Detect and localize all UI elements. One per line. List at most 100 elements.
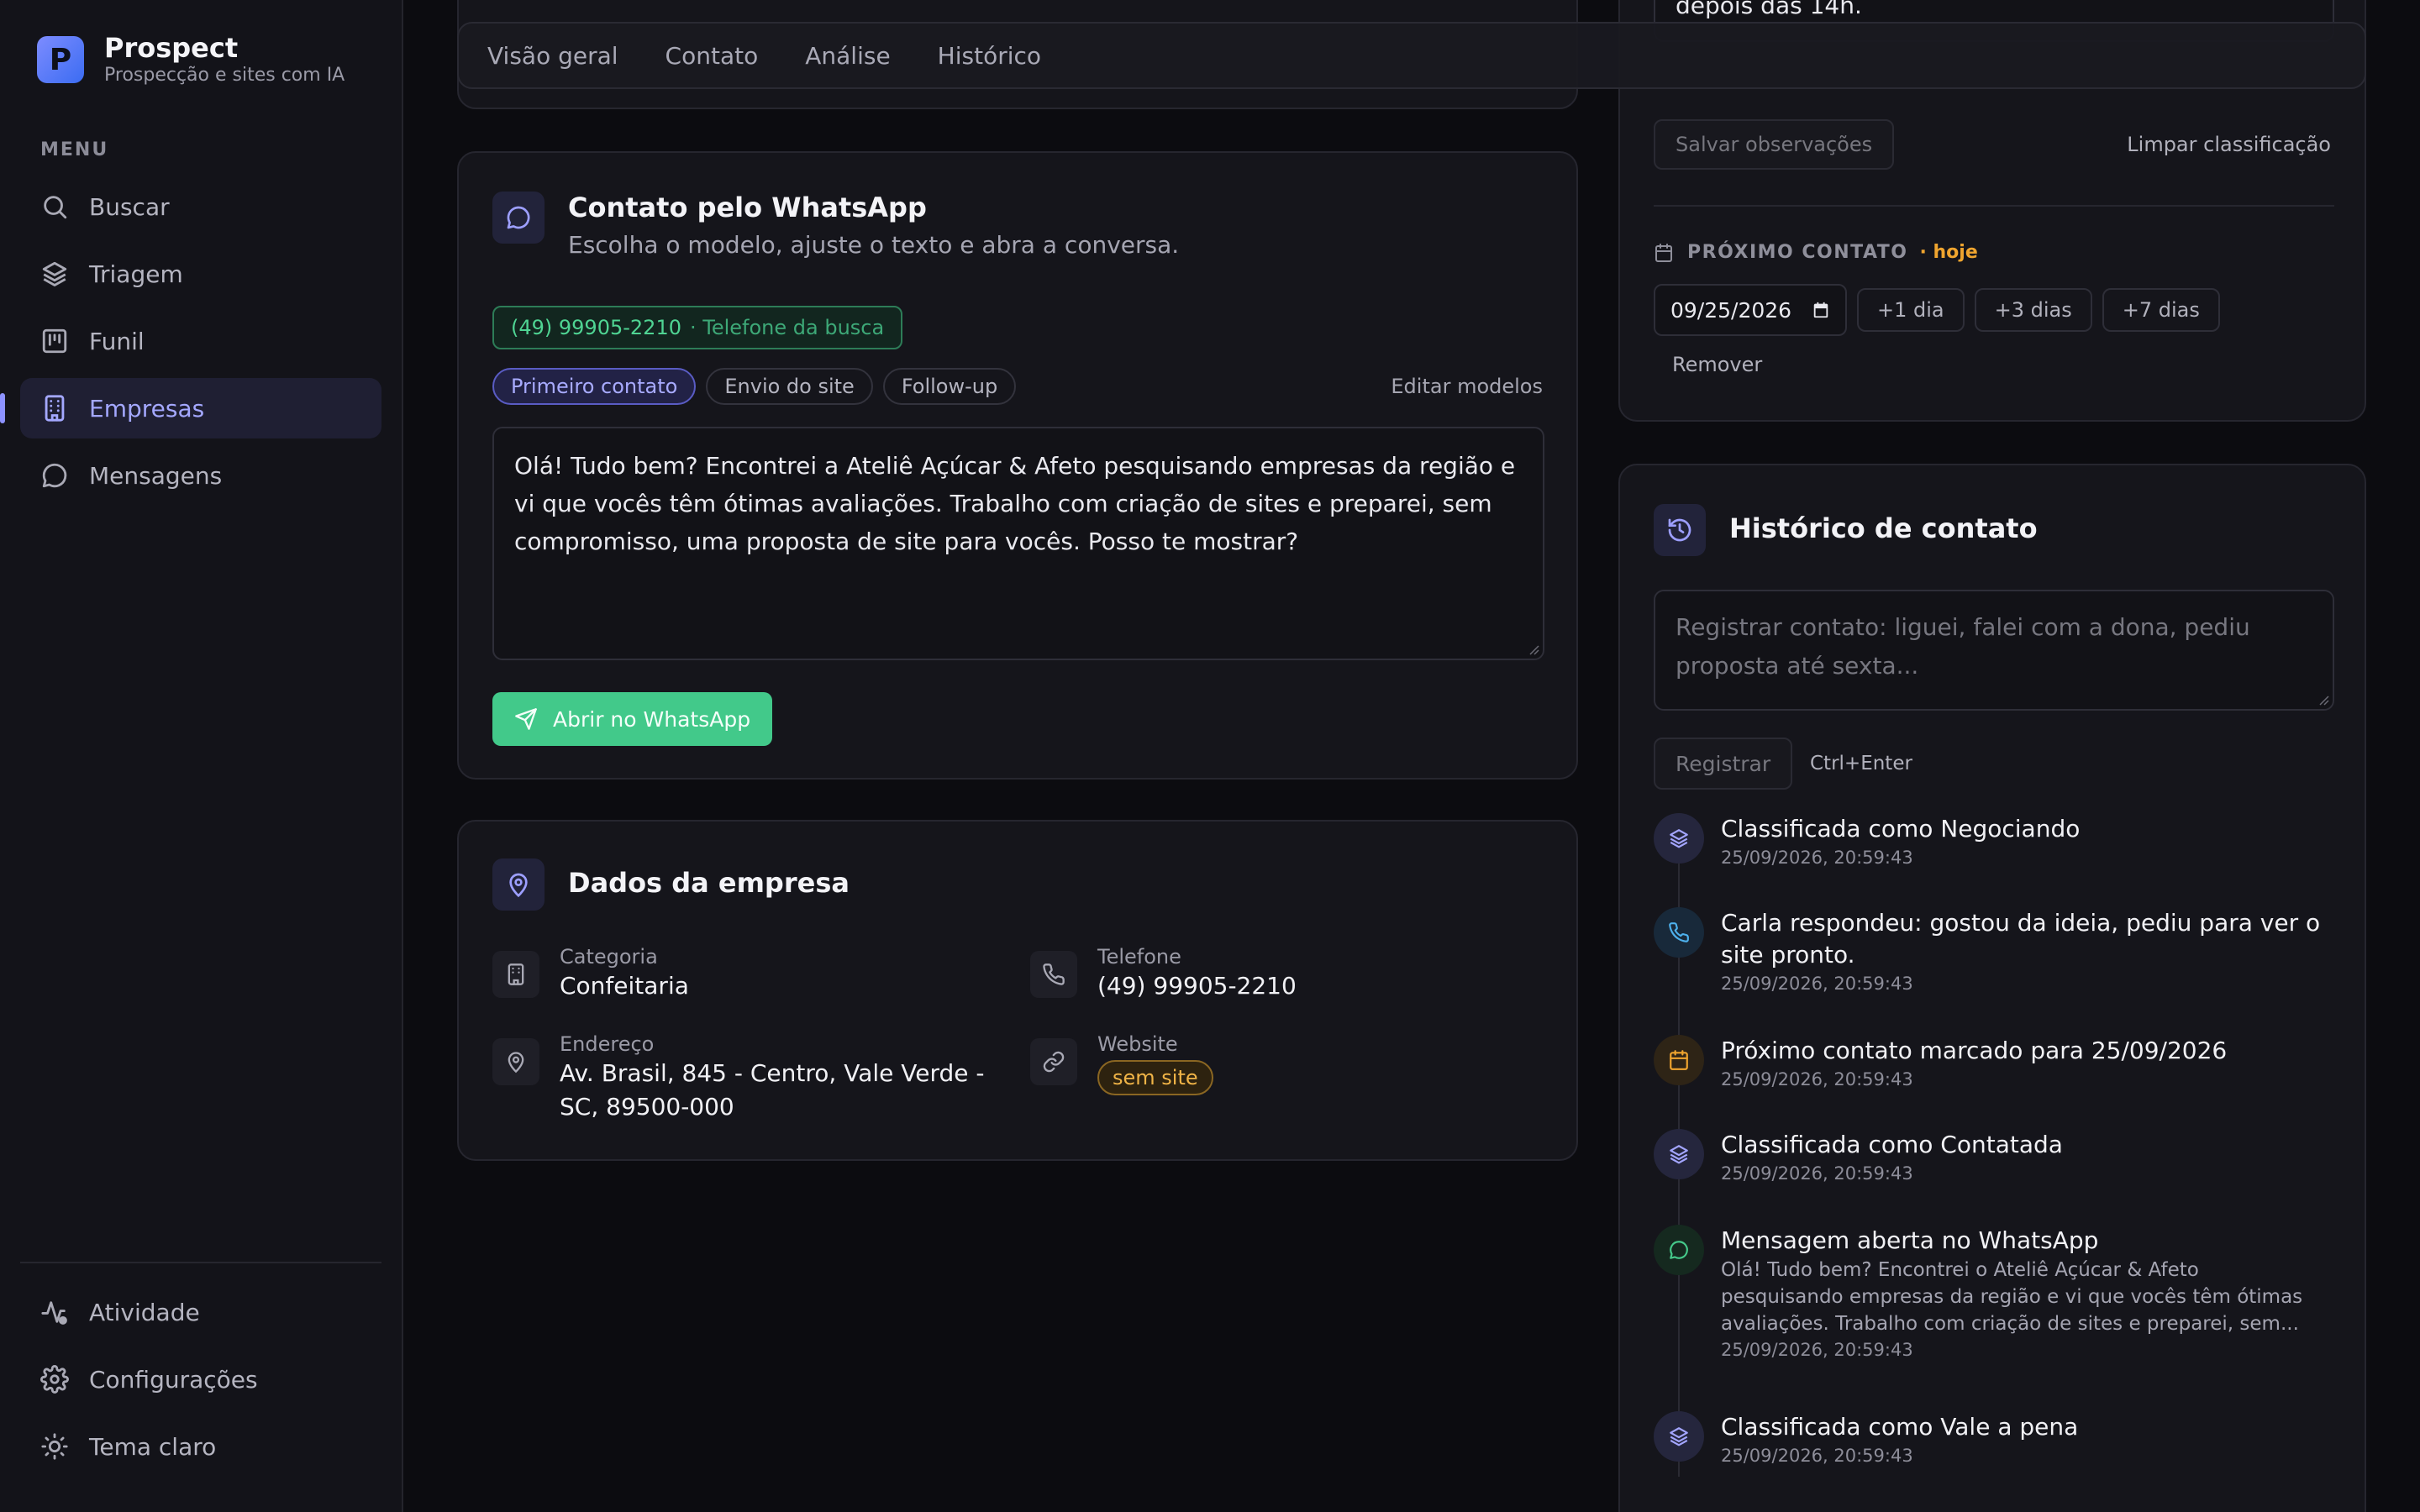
card-title: Histórico de contato [1729,512,2038,544]
sidebar-item-mensagens[interactable]: Mensagens [20,445,381,506]
calendar-picker-icon[interactable] [1812,301,1830,319]
keyboard-shortcut-hint: Ctrl+Enter [1810,753,1912,774]
activity-icon [40,1298,69,1326]
building-icon [40,394,69,423]
history-entry-title: Classificada como Negociando [1721,815,2081,843]
history-entry: Classificada como Contatada 25/09/2026, … [1654,1129,2334,1186]
next-contact-controls: 09/25/2026 +1 dia +3 dias +7 dias [1654,284,2230,336]
sidebar-item-empresas[interactable]: Empresas [0,378,381,438]
phone-icon [1030,951,1077,998]
brand[interactable]: P Prospect Prospecção e sites com IA [37,32,345,87]
plus-1-day-button[interactable]: +1 dia [1857,288,1965,332]
template-envio-do-site[interactable]: Envio do site [706,368,873,405]
card-title: Contato pelo WhatsApp [568,192,927,223]
sidebar-item-label: Tema claro [89,1432,217,1461]
tab-analise[interactable]: Análise [805,42,890,70]
field-value[interactable]: (49) 99905-2210 [1097,969,1297,1003]
sidebar-item-label: Mensagens [89,461,223,490]
register-button[interactable]: Registrar [1654,738,1793,790]
remove-next-contact-button[interactable]: Remover [1672,353,1762,376]
layers-icon [1654,813,1704,864]
field-value: Confeitaria [560,972,689,1000]
next-contact-when: · hoje [1919,242,1978,263]
map-pin-icon [492,858,544,911]
history-icon [1654,504,1706,556]
save-observations-button[interactable]: Salvar observações [1654,119,1895,170]
history-entry-title: Classificada como Contatada [1721,1131,2063,1158]
field-category: Categoria Confeitaria [492,944,689,1003]
search-icon [40,192,69,221]
layers-icon [1654,1129,1704,1179]
field-label: Website [1097,1032,1178,1056]
history-entry-detail: Olá! Tudo bem? Encontrei o Ateliê Açúcar… [1721,1259,2303,1335]
sidebar: P Prospect Prospecção e sites com IA MEN… [0,0,403,1512]
field-label: Endereço [560,1032,655,1056]
brand-logo: P [37,36,84,83]
field-website: Website sem site [1030,1032,1213,1095]
calendar-icon [1654,243,1687,263]
history-note-placeholder: Registrar contato: liguei, falei com a d… [1676,613,2250,680]
phone-source: · Telefone da busca [689,316,885,339]
sidebar-item-label: Configurações [89,1365,258,1394]
next-contact-label: PRÓXIMO CONTATO [1687,242,1908,263]
layers-icon [40,260,69,288]
template-follow-up[interactable]: Follow-up [882,368,1017,405]
open-whatsapp-button[interactable]: Abrir no WhatsApp [492,692,773,746]
brand-tagline: Prospecção e sites com IA [104,65,345,86]
history-entry-time: 25/09/2026, 20:59:43 [1721,1069,1913,1089]
chat-icon [1654,1225,1704,1275]
edit-models-link[interactable]: Editar modelos [1391,375,1543,398]
plus-3-days-button[interactable]: +3 dias [1974,288,2092,332]
template-primeiro-contato[interactable]: Primeiro contato [492,368,697,405]
history-entry: Próximo contato marcado para 25/09/2026 … [1654,1035,2334,1092]
card-title: Dados da empresa [568,867,850,899]
history-entry: Carla respondeu: gostou da ideia, pediu … [1654,907,2334,996]
message-textarea[interactable]: Olá! Tudo bem? Encontrei a Ateliê Açúcar… [492,427,1544,660]
field-phone: Telefone (49) 99905-2210 [1030,944,1297,1003]
contact-history-card: Histórico de contato Registrar contato: … [1618,464,2366,1512]
tab-contato[interactable]: Contato [666,42,759,70]
phone-chip[interactable]: (49) 99905-2210 · Telefone da busca [492,306,903,349]
section-tabs: Visão geral Contato Análise Histórico [457,22,2366,89]
history-entry: Classificada como Negociando 25/09/2026,… [1654,813,2334,870]
history-entry-time: 25/09/2026, 20:59:43 [1721,974,1913,994]
open-whatsapp-label: Abrir no WhatsApp [553,706,751,732]
history-note-input[interactable]: Registrar contato: liguei, falei com a d… [1654,590,2334,711]
chat-icon [40,461,69,490]
sidebar-item-buscar[interactable]: Buscar [20,176,381,237]
sidebar-item-label: Empresas [89,394,205,423]
card-subtitle: Escolha o modelo, ajuste o texto e abra … [568,231,1180,259]
sidebar-item-triagem[interactable]: Triagem [20,244,381,304]
history-entry-time: 25/09/2026, 20:59:43 [1721,1163,1913,1184]
history-entry-title: Classificada como Vale a pena [1721,1413,2079,1441]
clear-classification-button[interactable]: Limpar classificação [2127,133,2331,156]
sidebar-divider [20,1262,381,1263]
next-contact-date-input[interactable]: 09/25/2026 [1654,284,1847,336]
next-contact-heading: PRÓXIMO CONTATO · hoje [1654,242,1978,263]
plus-7-days-button[interactable]: +7 dias [2102,288,2220,332]
sidebar-item-funil[interactable]: Funil [20,311,381,371]
kanban-icon [40,327,69,355]
sidebar-item-atividade[interactable]: Atividade [20,1282,381,1342]
history-entry-time: 25/09/2026, 20:59:43 [1721,848,1913,868]
resize-grip-icon[interactable] [2317,694,2329,706]
bottom-nav: Atividade Configurações Tema claro [20,1282,381,1483]
map-pin-icon [492,1038,539,1085]
main-nav: Buscar Triagem Funil Empresas Mensagens [0,176,381,512]
sidebar-item-label: Funil [89,327,145,355]
calendar-icon [1654,1035,1704,1085]
date-value: 09/25/2026 [1670,297,1792,323]
sidebar-item-configuracoes[interactable]: Configurações [20,1349,381,1410]
sun-icon [40,1432,69,1461]
tab-historico[interactable]: Histórico [938,42,1041,70]
field-label: Telefone [1097,945,1181,969]
tab-visao-geral[interactable]: Visão geral [487,42,618,70]
history-entry-title: Mensagem aberta no WhatsApp [1721,1226,2099,1254]
resize-grip-icon[interactable] [1528,643,1539,655]
gear-icon [40,1365,69,1394]
sidebar-item-label: Triagem [89,260,183,288]
history-entry-time: 25/09/2026, 20:59:43 [1721,1340,1913,1360]
sidebar-item-tema-claro[interactable]: Tema claro [20,1416,381,1477]
history-entry: Mensagem aberta no WhatsApp Olá! Tudo be… [1654,1225,2334,1362]
status-badge: sem site [1097,1060,1213,1095]
